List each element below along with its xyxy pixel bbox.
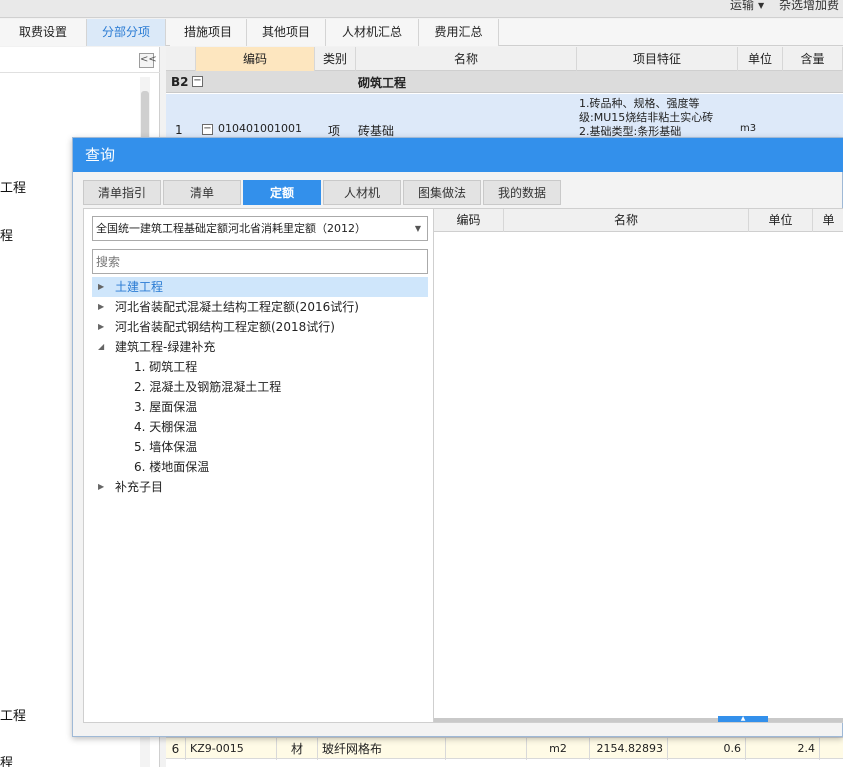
tree-node[interactable]: ▶ 土建工程 xyxy=(92,277,428,297)
tab-atlas-method[interactable]: 图集做法 xyxy=(403,180,481,205)
tree-node[interactable]: ▶ 补充子目 xyxy=(92,477,428,497)
results-header-name[interactable]: 名称 xyxy=(504,209,749,232)
sidebar-header: << xyxy=(0,47,160,73)
row-name: 玻纤网格布 xyxy=(318,738,446,760)
row-name: 砌筑工程 xyxy=(358,76,407,90)
tree-node-label: 河北省装配式混凝土结构工程定额(2016试行) xyxy=(115,300,359,314)
chevron-down-icon[interactable]: ▼ xyxy=(758,1,764,10)
tab-my-data[interactable]: 我的数据 xyxy=(483,180,561,205)
tab-fee-summary[interactable]: 费用汇总 xyxy=(419,19,499,46)
row-code: KZ9-0015 xyxy=(186,738,277,760)
tree-node-label: 土建工程 xyxy=(115,280,164,294)
grid-header-type[interactable]: 类别 xyxy=(315,47,356,71)
chevron-down-icon[interactable]: ▼ xyxy=(415,217,421,240)
results-header-unit[interactable]: 单位 xyxy=(749,209,813,232)
tab-bill-guide[interactable]: 清单指引 xyxy=(83,180,161,205)
expand-arrow-icon[interactable]: ▶ xyxy=(98,297,104,317)
results-header-code[interactable]: 编码 xyxy=(434,209,504,232)
row-value: 2.4 xyxy=(746,738,820,760)
sidebar-item-fragment[interactable]: 程 xyxy=(0,225,13,244)
tree-node[interactable]: ▶ 河北省装配式混凝土结构工程定额(2016试行) xyxy=(92,297,428,317)
table-row[interactable]: 6 KZ9-0015 材 玻纤网格布 m2 2154.82893 0.6 2.4 xyxy=(166,737,843,760)
grid-header-code[interactable]: 编码 xyxy=(196,47,315,71)
splitter-handle[interactable]: ▲ xyxy=(718,716,768,722)
toolbar-transport-menu[interactable]: 运输 xyxy=(730,0,754,13)
grid-header-name[interactable]: 名称 xyxy=(356,47,577,71)
grid-header-content[interactable]: 含量 xyxy=(783,47,843,71)
top-toolbar: 运输 ▼ 杂选增加费 xyxy=(0,0,843,18)
tree-node[interactable]: ▶ 河北省装配式钢结构工程定额(2018试行) xyxy=(92,317,428,337)
quota-results-panel: 编码 名称 单位 单 ▲ xyxy=(434,208,843,723)
tree-node[interactable]: 4. 天棚保温 xyxy=(92,417,428,437)
tab-measures[interactable]: 措施项目 xyxy=(170,19,247,46)
tree-node[interactable]: 1. 砌筑工程 xyxy=(92,357,428,377)
dialog-title[interactable]: 查询 xyxy=(73,138,843,172)
row-unit: m2 xyxy=(527,738,590,760)
tree-node-label: 河北省装配式钢结构工程定额(2018试行) xyxy=(115,320,335,334)
main-tab-bar: 取费设置 分部分项 措施项目 其他项目 人材机汇总 费用汇总 xyxy=(0,19,843,46)
tree-node[interactable]: 5. 墙体保温 xyxy=(92,437,428,457)
tree-node-label: 3. 屋面保温 xyxy=(134,400,198,414)
grid-header-unit[interactable]: 单位 xyxy=(738,47,783,71)
row-unit: m3 xyxy=(740,123,757,134)
collapse-arrow-icon[interactable]: ◢ xyxy=(98,337,104,357)
query-dialog: 查询 清单指引 清单 定额 人材机 图集做法 我的数据 全国统一建筑工程基础定额… xyxy=(72,137,843,737)
quota-library-value: 全国统一建筑工程基础定额河北省消耗里定额（2012） xyxy=(96,222,366,235)
tree-node-label: 1. 砌筑工程 xyxy=(134,360,198,374)
table-row[interactable]: B2 − 砌筑工程 xyxy=(166,71,843,93)
tree-node[interactable]: ◢ 建筑工程-绿建补充 xyxy=(92,337,428,357)
table-row[interactable]: 1 − 010401001001 项 砖基础 1.砖品种、规格、强度等 级:MU… xyxy=(166,94,843,138)
tree-node-label: 4. 天棚保温 xyxy=(134,420,198,434)
quota-library-select[interactable]: 全国统一建筑工程基础定额河北省消耗里定额（2012） ▼ xyxy=(92,216,428,241)
tree-node-label: 5. 墙体保温 xyxy=(134,440,198,454)
quota-tree-panel: 全国统一建筑工程基础定额河北省消耗里定额（2012） ▼ ▶ 土建工程 ▶ 河北… xyxy=(83,208,434,723)
search-input[interactable] xyxy=(92,249,428,274)
grid-header: 编码 类别 名称 项目特征 单位 含量 xyxy=(166,47,843,71)
toolbar-misc-fee[interactable]: 杂选增加费 xyxy=(779,0,839,13)
tab-labor-material-summary[interactable]: 人材机汇总 xyxy=(326,19,419,46)
row-value: 2154.82893 xyxy=(590,738,668,760)
sidebar-item-fragment[interactable]: 程 xyxy=(0,752,13,767)
row-index: 6 xyxy=(166,738,186,760)
tab-labor-material[interactable]: 人材机 xyxy=(323,180,401,205)
tree-node-label: 补充子目 xyxy=(115,480,164,494)
collapse-icon[interactable]: − xyxy=(202,124,213,135)
tree-node[interactable]: 6. 楼地面保温 xyxy=(92,457,428,477)
collapse-sidebar-button[interactable]: << xyxy=(139,53,157,68)
collapse-icon[interactable]: − xyxy=(192,76,203,87)
dialog-tab-bar: 清单指引 清单 定额 人材机 图集做法 我的数据 xyxy=(83,180,843,206)
tree-node-label: 2. 混凝土及钢筋混凝土工程 xyxy=(134,380,282,394)
results-header: 编码 名称 单位 单 xyxy=(434,209,843,232)
row-value: 0.6 xyxy=(668,738,746,760)
expand-arrow-icon[interactable]: ▶ xyxy=(98,317,104,337)
tree-node[interactable]: 2. 混凝土及钢筋混凝土工程 xyxy=(92,377,428,397)
expand-arrow-icon[interactable]: ▶ xyxy=(98,477,104,497)
row-empty-cell xyxy=(446,738,527,760)
grid-header-index xyxy=(166,47,196,71)
quota-tree: ▶ 土建工程 ▶ 河北省装配式混凝土结构工程定额(2016试行) ▶ 河北省装配… xyxy=(92,277,428,497)
tab-fee-settings[interactable]: 取费设置 xyxy=(0,19,87,46)
results-bottom-bar xyxy=(434,718,843,722)
row-id: B2 xyxy=(171,75,189,89)
row-code: 010401001001 xyxy=(218,122,302,135)
tab-quota[interactable]: 定额 xyxy=(243,180,321,205)
tab-other-items[interactable]: 其他项目 xyxy=(247,19,326,46)
row-type: 材 xyxy=(277,738,318,760)
grid-header-feature[interactable]: 项目特征 xyxy=(577,47,738,71)
sidebar-item-fragment[interactable]: 工程 xyxy=(0,705,26,724)
expand-arrow-icon[interactable]: ▶ xyxy=(98,277,104,297)
tree-node-label: 6. 楼地面保温 xyxy=(134,460,210,474)
results-header-price[interactable]: 单 xyxy=(813,209,843,232)
tab-sub-items[interactable]: 分部分项 xyxy=(87,19,166,46)
tab-bill[interactable]: 清单 xyxy=(163,180,241,205)
row-index: 1 xyxy=(175,123,183,137)
sidebar-item-fragment[interactable]: 工程 xyxy=(0,177,26,196)
tree-node[interactable]: 3. 屋面保温 xyxy=(92,397,428,417)
tree-node-label: 建筑工程-绿建补充 xyxy=(115,340,216,354)
